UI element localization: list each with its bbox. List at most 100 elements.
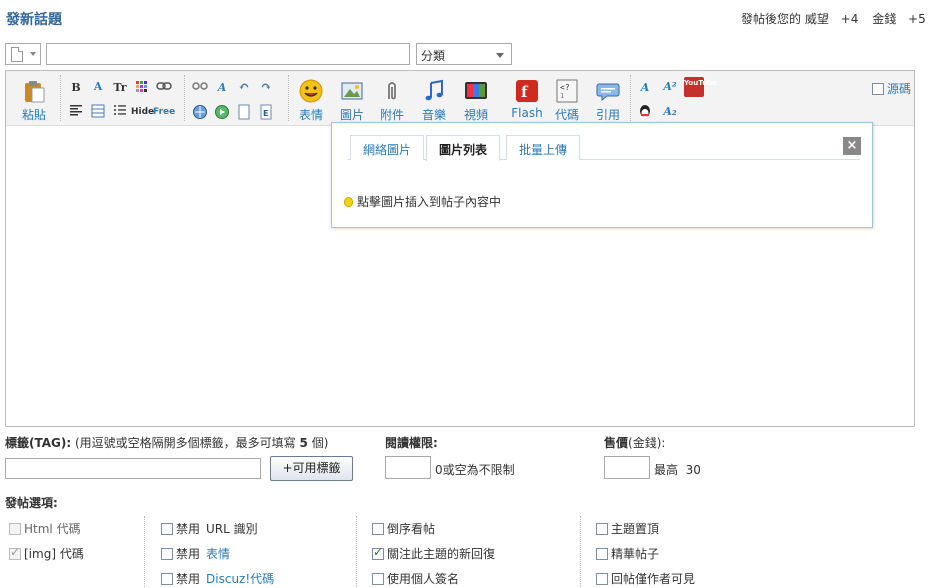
smiley-link[interactable]: 表情 xyxy=(206,547,230,561)
code-button[interactable]: <? 1 代碼 xyxy=(547,79,587,123)
subject-input[interactable] xyxy=(46,43,410,65)
quote-button[interactable]: 引用 xyxy=(588,79,628,123)
tags-unit: 個) xyxy=(311,436,329,450)
category-select-value: 分類 xyxy=(421,49,446,63)
svg-text:<?: <? xyxy=(560,83,570,92)
chevron-down-icon xyxy=(496,53,504,58)
tab-batch-upload[interactable]: 批量上傳 xyxy=(506,135,581,160)
tab-web-image[interactable]: 網絡圖片 xyxy=(350,135,425,160)
subscript-icon[interactable]: A₂ xyxy=(661,104,679,120)
follow-replies-checkbox[interactable] xyxy=(372,545,384,560)
read-perm-hint: 0或空為不限制 xyxy=(435,463,515,477)
paste-button[interactable]: 粘貼 xyxy=(14,79,54,123)
qq-icon[interactable] xyxy=(637,104,653,120)
font-size-icon[interactable]: Tr xyxy=(112,80,128,96)
html-code-checkbox[interactable] xyxy=(9,523,21,535)
price-label: 售價(金錢): xyxy=(604,436,666,450)
free-button[interactable]: Free xyxy=(153,104,175,120)
smiley-icon xyxy=(299,79,323,103)
option-disable-discuz-code[interactable]: 禁用 Discuz!代碼 xyxy=(161,570,274,587)
option-html-code[interactable]: Html 代碼 xyxy=(9,520,81,537)
option-digest[interactable]: 精華帖子 xyxy=(596,545,659,562)
price-input[interactable] xyxy=(604,456,650,479)
discuz-code-link[interactable]: Discuz!代碼 xyxy=(206,572,274,586)
color-icon[interactable] xyxy=(134,80,150,96)
source-checkbox[interactable] xyxy=(872,83,884,95)
lightbulb-icon xyxy=(344,197,353,207)
use-signature-checkbox[interactable] xyxy=(372,573,384,585)
undo-icon[interactable]: ↶ xyxy=(236,80,252,96)
image-button[interactable]: 圖片 xyxy=(332,79,372,123)
reward-prestige: +4 xyxy=(840,12,859,26)
list-icon[interactable] xyxy=(112,104,128,120)
document-icon xyxy=(11,47,23,62)
page-title: 發新話題 xyxy=(6,12,62,28)
source-toggle[interactable]: 源碼 xyxy=(872,80,911,97)
music-note-icon xyxy=(425,79,443,101)
available-tags-button[interactable]: +可用標籤 xyxy=(270,456,353,481)
tags-label: 標籤(TAG): xyxy=(5,436,72,450)
option-use-signature[interactable]: 使用個人簽名 xyxy=(372,570,459,587)
bold-icon[interactable]: B xyxy=(68,80,84,96)
option-disable-url[interactable]: 禁用 URL 識別 xyxy=(161,520,258,537)
reward-text: 發帖後您的 威望 xyxy=(741,12,829,26)
post-type-select[interactable] xyxy=(5,43,41,65)
superscript-icon[interactable]: A² xyxy=(661,79,679,95)
option-author-only[interactable]: 回帖僅作者可見 xyxy=(596,570,695,587)
reward-money-label: 金錢 xyxy=(872,12,897,26)
svg-text:E: E xyxy=(263,109,268,118)
attachment-button[interactable]: 附件 xyxy=(372,79,412,123)
image-popup-hint: 點擊圖片插入到帖子內容中 xyxy=(344,193,501,210)
page-break-icon[interactable]: E xyxy=(258,104,274,120)
flash-button[interactable]: f Flash xyxy=(505,79,549,120)
redo-icon[interactable]: ↷ xyxy=(258,80,274,96)
align-left-icon[interactable] xyxy=(68,104,84,120)
option-reverse-order[interactable]: 倒序看帖 xyxy=(372,520,435,537)
reward-money: +5 xyxy=(908,12,926,26)
web-icon[interactable] xyxy=(192,104,208,120)
digest-checkbox[interactable] xyxy=(596,548,608,560)
category-select[interactable]: 分類 xyxy=(416,43,512,65)
read-perm-input[interactable] xyxy=(385,456,431,479)
image-popup: 網絡圖片 圖片列表 批量上傳 × 點擊圖片插入到帖子內容中 xyxy=(331,122,873,228)
author-only-checkbox[interactable] xyxy=(596,573,608,585)
editor-toolbar: 粘貼 B A Tr Hide Free A ↶ ↷ E 表情 圖片 附件 音樂 … xyxy=(6,71,914,126)
post-options-label: 發帖選項: xyxy=(5,496,58,510)
video-button[interactable]: 視頻 xyxy=(456,79,496,123)
code-icon: <?1 xyxy=(556,79,578,103)
table-icon[interactable] xyxy=(90,104,106,120)
svg-text:1: 1 xyxy=(560,92,564,100)
option-follow-replies[interactable]: 關注此主題的新回復 xyxy=(372,545,495,562)
option-disable-smiley[interactable]: 禁用 表情 xyxy=(161,545,230,562)
smiley-button[interactable]: 表情 xyxy=(291,79,331,123)
option-sticky[interactable]: 主題置頂 xyxy=(596,520,659,537)
flash-icon: f xyxy=(516,80,538,102)
img-code-checkbox[interactable] xyxy=(9,545,21,560)
close-icon[interactable]: × xyxy=(843,137,861,155)
tags-input[interactable] xyxy=(5,458,261,479)
post-reward-info: 發帖後您的 威望 +4 金錢 +5 xyxy=(741,10,926,27)
disable-discuz-checkbox[interactable] xyxy=(161,573,173,585)
youtube-icon[interactable]: YouTube xyxy=(684,77,717,97)
video-icon xyxy=(465,82,487,99)
text-style-icon[interactable]: A xyxy=(637,80,653,96)
hide-button[interactable]: Hide xyxy=(131,104,154,120)
chevron-down-icon xyxy=(30,52,36,56)
media-icon[interactable] xyxy=(214,104,230,120)
tags-max: 5 xyxy=(299,436,308,450)
option-img-code[interactable]: [img] 代碼 xyxy=(9,545,84,562)
disable-url-checkbox[interactable] xyxy=(161,523,173,535)
price-max: 最高 30 xyxy=(654,463,701,477)
font-icon[interactable]: A xyxy=(90,79,106,95)
unlink-icon[interactable] xyxy=(192,80,208,96)
disable-smiley-checkbox[interactable] xyxy=(161,548,173,560)
remove-format-icon[interactable]: A xyxy=(214,80,230,96)
sticky-checkbox[interactable] xyxy=(596,523,608,535)
tab-image-list[interactable]: 圖片列表 xyxy=(426,135,501,161)
link-icon[interactable] xyxy=(156,80,172,96)
image-icon xyxy=(341,82,363,100)
quote-icon xyxy=(596,83,620,102)
reverse-order-checkbox[interactable] xyxy=(372,523,384,535)
music-button[interactable]: 音樂 xyxy=(414,79,454,123)
page-icon[interactable] xyxy=(236,104,252,120)
